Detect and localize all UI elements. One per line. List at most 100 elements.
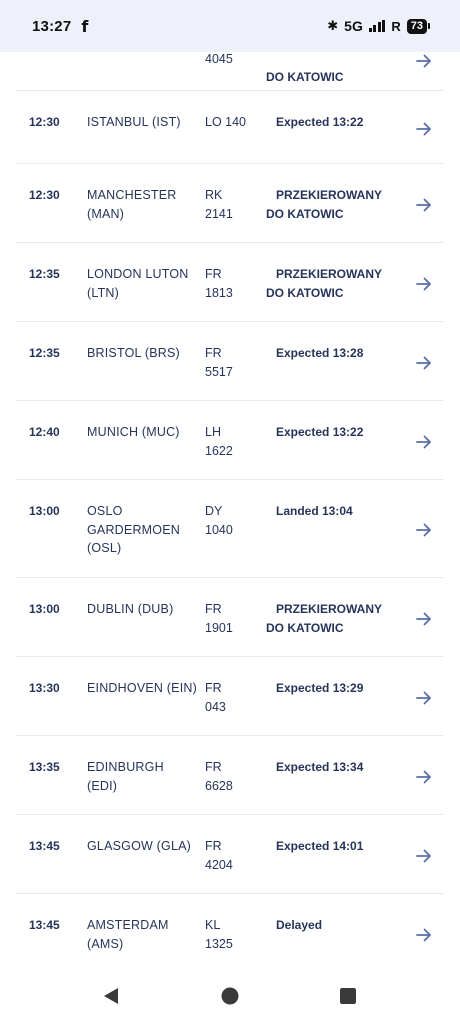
flight-row[interactable]: 13:00 OSLO GARDERMOEN (OSL) DY 1040 Landed 1… (16, 480, 444, 578)
flight-number: FR 1901 (205, 600, 255, 637)
flight-status-line1: PRZEKIEROWANY (276, 188, 383, 202)
flight-time: 12:30 (29, 188, 60, 202)
flight-number-line1: KL (205, 918, 221, 932)
facebook-notification-icon: f (81, 16, 89, 36)
arrow-right-icon[interactable] (416, 523, 432, 537)
arrow-right-icon[interactable] (416, 356, 432, 370)
flight-status: Expected 13:22 (266, 113, 406, 132)
flight-destination: OSLO GARDERMOEN (OSL) (87, 504, 180, 555)
flight-row[interactable]: 13:00 DUBLIN (DUB) FR 1901 PRZEKIEROWANY DO K… (16, 578, 444, 657)
flight-status: PRZEKIEROWANY DO KATOWIC (266, 265, 406, 302)
flight-time: 13:00 (29, 602, 60, 616)
flight-status: Expected 14:01 (266, 837, 406, 856)
flight-time: 12:35 (29, 267, 60, 281)
flight-number: LH 1622 (205, 423, 255, 460)
flight-destination: LONDON LUTON (LTN) (87, 267, 189, 300)
flight-number-line1: LH (205, 425, 221, 439)
flight-number-line1: RK (205, 188, 223, 202)
flight-status: Expected 13:28 (266, 344, 406, 363)
flight-row[interactable]: 12:35 BRISTOL (BRS) FR 5517 Expected 13:28 (16, 322, 444, 401)
flight-row[interactable]: 12:30 ISTANBUL (IST) LO 140 Expected 13:22 (16, 91, 444, 164)
flight-number: FR 6628 (205, 758, 255, 795)
flight-time: 13:45 (29, 839, 60, 853)
flight-number-line1: DY (205, 504, 223, 518)
flight-number-line1: FR (205, 839, 222, 853)
flight-number-line2: 1040 (205, 522, 233, 537)
flight-number-line2: 2141 (205, 206, 233, 221)
flight-status: PRZEKIEROWANY DO KATOWIC (266, 600, 406, 637)
arrow-right-icon[interactable] (416, 928, 432, 942)
flight-number: FR 1813 (205, 265, 255, 302)
arrow-right-icon[interactable] (416, 612, 432, 626)
arrow-right-icon[interactable] (416, 198, 432, 212)
flight-number-line2: 4204 (205, 857, 233, 872)
flight-status: Delayed (266, 916, 406, 935)
flight-number-line2: 043 (205, 699, 226, 714)
flight-status-line1: Expected 13:28 (276, 346, 364, 360)
flight-row[interactable]: 12:30 MANCHESTER (MAN) RK 2141 PRZEKIEROWANY… (16, 164, 444, 243)
status-indicators: ✱ 5G R 73 (327, 18, 430, 34)
flight-status-line1: Delayed (276, 918, 323, 932)
flight-number-line2: 1901 (205, 620, 233, 635)
flight-number-line2: 1622 (205, 443, 233, 458)
flight-number-line2: 4045 (205, 52, 233, 66)
recents-square-icon[interactable] (340, 988, 356, 1004)
flight-row[interactable]: 13:45 GLASGOW (GLA) FR 4204 Expected 14:01 (16, 815, 444, 894)
flight-number-line1: FR (205, 602, 222, 616)
flight-number-line2: 5517 (205, 364, 233, 379)
arrow-right-icon[interactable] (416, 277, 432, 291)
arrow-right-icon[interactable] (416, 770, 432, 784)
arrow-right-icon[interactable] (416, 435, 432, 449)
flight-number-line1: FR (205, 346, 222, 360)
flight-status: Landed 13:04 (266, 502, 406, 521)
flight-time: 13:35 (29, 760, 60, 774)
system-nav-bar (0, 970, 460, 1024)
flight-number-line2: 1813 (205, 285, 233, 300)
flight-row[interactable]: 12:40 MUNICH (MUC) LH 1622 Expected 13:22 (16, 401, 444, 480)
flight-status-line1: Expected 13:22 (276, 115, 364, 129)
flight-destination: DUBLIN (DUB) (87, 602, 174, 616)
flight-number: FR 4204 (205, 837, 255, 874)
flight-destination: AMSTERDAM (AMS) (87, 918, 169, 951)
flight-status-line1: Expected 14:01 (276, 839, 364, 853)
flight-number: FR 5517 (205, 344, 255, 381)
network-type: 5G (344, 18, 363, 34)
flight-number-line1: FR (205, 267, 222, 281)
flight-row[interactable]: 13:35 EDINBURGH (EDI) FR 6628 Expected 13:34 (16, 736, 444, 815)
flight-time: 13:45 (29, 918, 60, 932)
flight-destination: MUNICH (MUC) (87, 425, 180, 439)
flight-status-line1: PRZEKIEROWANY (276, 602, 383, 616)
arrow-right-icon[interactable] (416, 54, 432, 68)
arrow-right-icon[interactable] (416, 691, 432, 705)
flight-destination: EINDHOVEN (EIN) (87, 681, 197, 695)
flight-status-line2: DO KATOWIC (266, 206, 344, 221)
flight-status-line1: Expected 13:29 (276, 681, 364, 695)
status-time: 13:27 (32, 17, 72, 35)
arrow-right-icon[interactable] (416, 849, 432, 863)
flight-status: Expected 13:29 (266, 679, 406, 698)
status-bar: 13:27 f ✱ 5G R 73 (0, 0, 460, 52)
flight-number-line2: 6628 (205, 778, 233, 793)
back-triangle-icon[interactable] (103, 987, 119, 1005)
bluetooth-icon: ✱ (327, 18, 339, 33)
flight-destination: EDINBURGH (EDI) (87, 760, 164, 793)
flight-number: DY 1040 (205, 502, 255, 539)
flight-number: FR 043 (205, 679, 255, 716)
flight-row[interactable]: 13:30 EINDHOVEN (EIN) FR 043 Expected 13:29 (16, 657, 444, 736)
flight-number-line1: FR (205, 681, 222, 695)
flight-status-line2: DO KATOWIC (266, 620, 344, 635)
home-circle-icon[interactable] (221, 987, 239, 1005)
signal-icon (368, 20, 386, 32)
flight-status-line2: DO KATOWIC (266, 285, 344, 300)
flight-time: 13:00 (29, 504, 60, 518)
arrow-right-icon[interactable] (416, 122, 432, 136)
flight-row[interactable]: 13:45 AMSTERDAM (AMS) KL 1325 Delayed (16, 894, 444, 973)
flight-number: 4045 (205, 50, 255, 69)
battery-level: 73 (406, 18, 427, 34)
flight-status-line2: DO KATOWIC (266, 70, 344, 84)
flight-status: Expected 13:22 (266, 423, 406, 442)
flight-row[interactable]: 12:35 LONDON LUTON (LTN) FR 1813 PRZEKIEROWA… (16, 243, 444, 322)
flight-time: 12:35 (29, 346, 60, 360)
flight-destination: ISTANBUL (IST) (87, 115, 181, 129)
flight-status-line1: Expected 13:34 (276, 760, 364, 774)
